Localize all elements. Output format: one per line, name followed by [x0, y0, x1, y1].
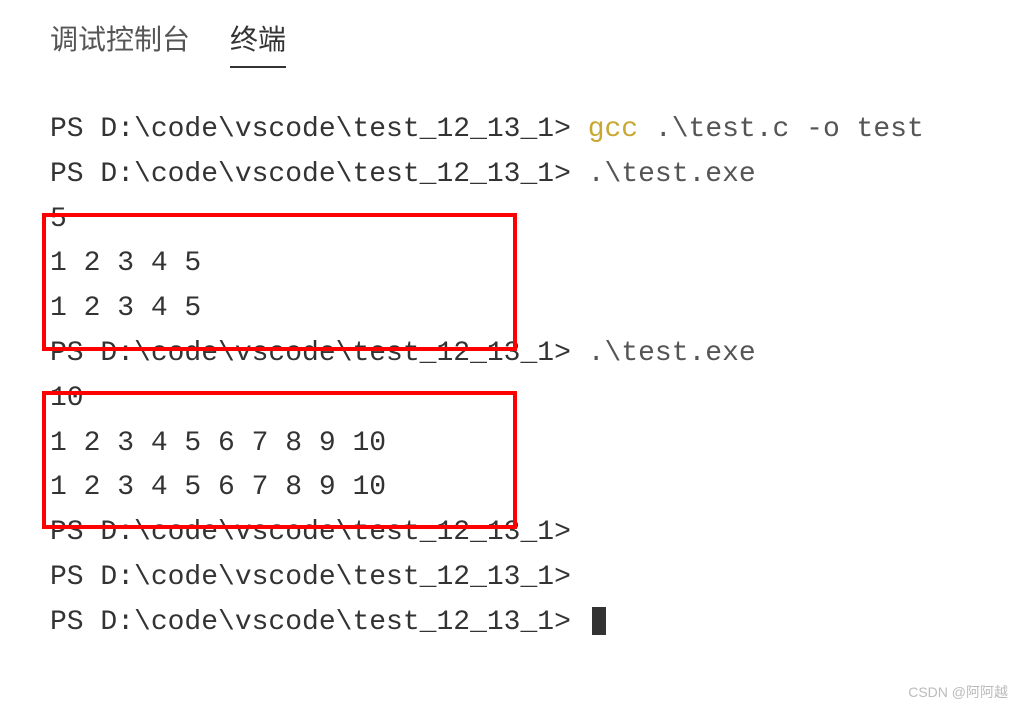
terminal-output[interactable]: PS D:\code\vscode\test_12_13_1> gcc .\te… — [0, 68, 1026, 646]
terminal-line: PS D:\code\vscode\test_12_13_1> gcc .\te… — [50, 108, 1026, 153]
output-text: 1 2 3 4 5 — [50, 293, 201, 324]
tab-debug-console[interactable]: 调试控制台 — [50, 18, 190, 68]
prompt-text: PS D:\code\vscode\test_12_13_1> — [50, 562, 588, 593]
prompt-text: PS D:\code\vscode\test_12_13_1> — [50, 607, 588, 638]
terminal-line: PS D:\code\vscode\test_12_13_1> — [50, 556, 1026, 601]
terminal-line: PS D:\code\vscode\test_12_13_1> — [50, 601, 1026, 646]
terminal-line: 1 2 3 4 5 — [50, 287, 1026, 332]
terminal-line: 5 — [50, 198, 1026, 243]
terminal-line: PS D:\code\vscode\test_12_13_1> — [50, 511, 1026, 556]
terminal-line: 1 2 3 4 5 — [50, 242, 1026, 287]
command-text: .\test.exe — [588, 338, 756, 369]
output-text: 10 — [50, 383, 84, 414]
terminal-line: PS D:\code\vscode\test_12_13_1> .\test.e… — [50, 332, 1026, 377]
cursor-icon — [592, 607, 606, 635]
watermark-text: CSDN @阿阿越 — [908, 682, 1008, 702]
terminal-line: 10 — [50, 377, 1026, 422]
command-highlight: gcc — [588, 114, 638, 145]
terminal-line: PS D:\code\vscode\test_12_13_1> .\test.e… — [50, 153, 1026, 198]
command-text: .\test.exe — [588, 159, 756, 190]
prompt-text: PS D:\code\vscode\test_12_13_1> — [50, 517, 588, 548]
output-text: 5 — [50, 204, 67, 235]
terminal-line: 1 2 3 4 5 6 7 8 9 10 — [50, 422, 1026, 467]
command-text: .\test.c -o test — [638, 114, 924, 145]
tab-terminal[interactable]: 终端 — [230, 18, 286, 68]
prompt-text: PS D:\code\vscode\test_12_13_1> — [50, 338, 588, 369]
output-text: 1 2 3 4 5 6 7 8 9 10 — [50, 472, 386, 503]
output-text: 1 2 3 4 5 — [50, 248, 201, 279]
prompt-text: PS D:\code\vscode\test_12_13_1> — [50, 159, 588, 190]
output-text: 1 2 3 4 5 6 7 8 9 10 — [50, 428, 386, 459]
terminal-line: 1 2 3 4 5 6 7 8 9 10 — [50, 466, 1026, 511]
prompt-text: PS D:\code\vscode\test_12_13_1> — [50, 114, 588, 145]
tab-bar: 调试控制台 终端 — [0, 0, 1026, 68]
